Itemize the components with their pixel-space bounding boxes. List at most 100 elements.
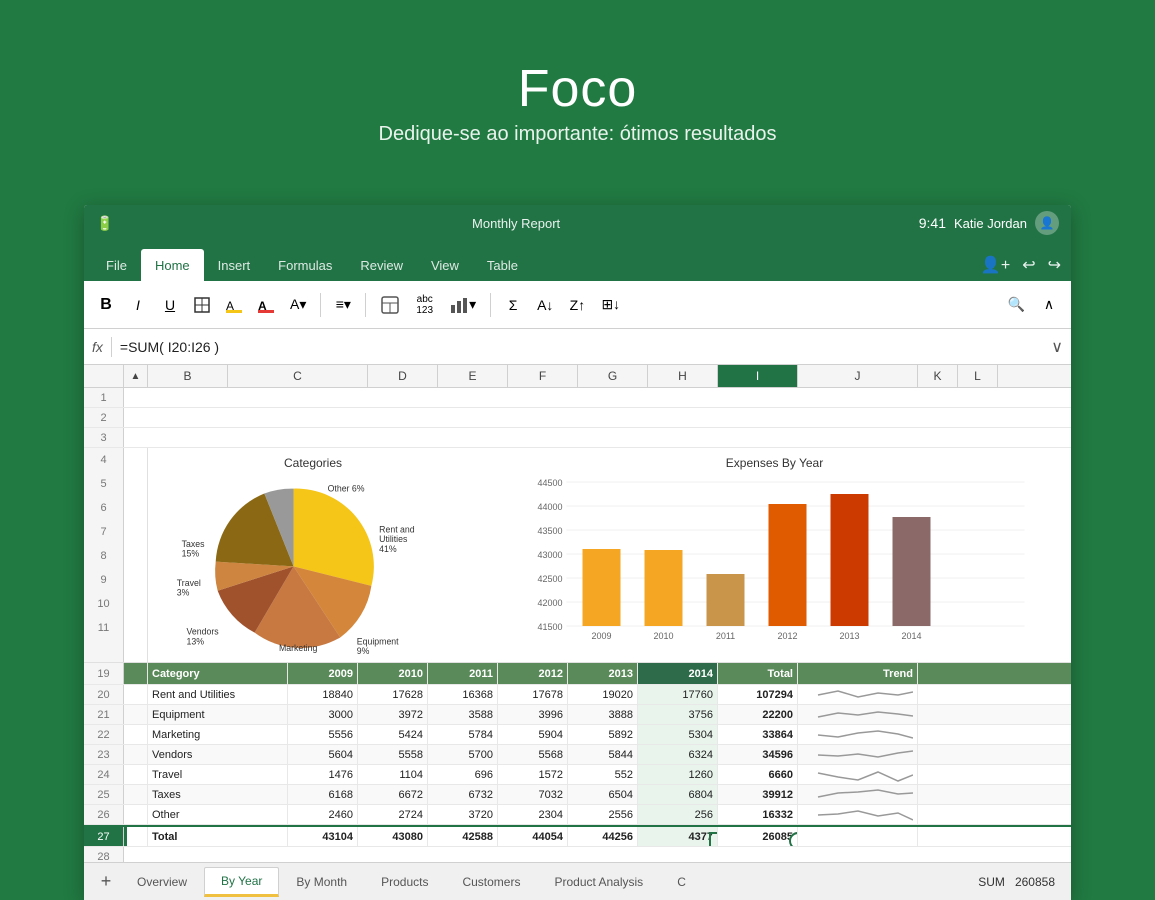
cell-23-2014[interactable]: 6324 <box>638 745 718 764</box>
collapse-ribbon-button[interactable]: ∧ <box>1035 291 1063 319</box>
cell-19-2009[interactable]: 2009 <box>288 663 358 684</box>
font-size-button[interactable]: A▾ <box>284 291 312 319</box>
cell-23-2011[interactable]: 5700 <box>428 745 498 764</box>
col-header-e[interactable]: E <box>438 365 508 387</box>
cell-27-2013[interactable]: 44256 <box>568 827 638 846</box>
cell-27-2014[interactable]: 4377 <box>638 827 718 846</box>
sheet-tab-overview[interactable]: Overview <box>120 867 204 897</box>
cell-20-2009[interactable]: 18840 <box>288 685 358 704</box>
cell-25-2009[interactable]: 6168 <box>288 785 358 804</box>
cell-22-trend[interactable] <box>798 725 918 744</box>
cell-24-total[interactable]: 6660 <box>718 765 798 784</box>
cell-24-2010[interactable]: 1104 <box>358 765 428 784</box>
cell-22-2014[interactable]: 5304 <box>638 725 718 744</box>
cell-24-2014[interactable]: 1260 <box>638 765 718 784</box>
cell-25-total[interactable]: 39912 <box>718 785 798 804</box>
cell-26-cat[interactable]: Other <box>148 805 288 824</box>
sort-az-button[interactable]: A↓ <box>531 291 559 319</box>
cell-23-2012[interactable]: 5568 <box>498 745 568 764</box>
sum-button[interactable]: Σ <box>499 291 527 319</box>
cell-20-u[interactable] <box>124 685 148 704</box>
cell-27-2011[interactable]: 42588 <box>428 827 498 846</box>
tab-home[interactable]: Home <box>141 249 204 281</box>
fill-color-button[interactable]: A <box>220 291 248 319</box>
cell-19-2010[interactable]: 2010 <box>358 663 428 684</box>
cell-19-2011[interactable]: 2011 <box>428 663 498 684</box>
cell-25-u[interactable] <box>124 785 148 804</box>
bold-button[interactable]: B <box>92 291 120 319</box>
col-header-i[interactable]: I <box>718 365 798 387</box>
tab-insert[interactable]: Insert <box>204 249 265 281</box>
cell-20-2012[interactable]: 17678 <box>498 685 568 704</box>
number-format-button[interactable]: abc123 <box>410 291 439 319</box>
cell-21-2010[interactable]: 3972 <box>358 705 428 724</box>
sheet-tab-byyear[interactable]: By Year <box>204 867 279 897</box>
cell-23-cat[interactable]: Vendors <box>148 745 288 764</box>
tab-table[interactable]: Table <box>473 249 532 281</box>
col-header-h[interactable]: H <box>648 365 718 387</box>
cell-21-cat[interactable]: Equipment <box>148 705 288 724</box>
cell-24-2011[interactable]: 696 <box>428 765 498 784</box>
cell-21-2014[interactable]: 3756 <box>638 705 718 724</box>
cell-23-2009[interactable]: 5604 <box>288 745 358 764</box>
cell-19-trend[interactable]: Trend <box>798 663 918 684</box>
cell-27-total[interactable]: 26085 <box>718 827 798 846</box>
filter-button[interactable]: ⊞↓ <box>595 291 626 319</box>
cell-20-2014[interactable]: 17760 <box>638 685 718 704</box>
cell-27-2010[interactable]: 43080 <box>358 827 428 846</box>
col-header-c[interactable]: C <box>228 365 368 387</box>
cell-26-2014[interactable]: 256 <box>638 805 718 824</box>
font-color-button[interactable]: A <box>252 291 280 319</box>
cell-25-2012[interactable]: 7032 <box>498 785 568 804</box>
sheet-tab-productanalysis[interactable]: Product Analysis <box>537 867 660 897</box>
user-avatar[interactable]: 👤 <box>1035 211 1059 235</box>
col-header-g[interactable]: G <box>578 365 648 387</box>
cell-19-2014[interactable]: 2014 <box>638 663 718 684</box>
border-button[interactable] <box>188 291 216 319</box>
cell-19-2012[interactable]: 2012 <box>498 663 568 684</box>
cell-23-2010[interactable]: 5558 <box>358 745 428 764</box>
cell-27-2009[interactable]: 43104 <box>288 827 358 846</box>
cell-21-u[interactable] <box>124 705 148 724</box>
cell-25-2014[interactable]: 6804 <box>638 785 718 804</box>
cell-22-total[interactable]: 33864 <box>718 725 798 744</box>
cell-26-2013[interactable]: 2556 <box>568 805 638 824</box>
cell-19-u[interactable] <box>124 663 148 684</box>
chart-button[interactable]: ▾ <box>443 291 482 319</box>
underline-button[interactable]: U <box>156 291 184 319</box>
cell-24-cat[interactable]: Travel <box>148 765 288 784</box>
cell-24-2012[interactable]: 1572 <box>498 765 568 784</box>
cell-25-cat[interactable]: Taxes <box>148 785 288 804</box>
cell-20-2011[interactable]: 16368 <box>428 685 498 704</box>
cell-20-2010[interactable]: 17628 <box>358 685 428 704</box>
tab-formulas[interactable]: Formulas <box>264 249 346 281</box>
cell-21-2009[interactable]: 3000 <box>288 705 358 724</box>
cell-20-total[interactable]: 107294 <box>718 685 798 704</box>
col-header-l[interactable]: L <box>958 365 998 387</box>
format-button[interactable] <box>374 291 406 319</box>
cell-19-category[interactable]: Category <box>148 663 288 684</box>
cell-26-2010[interactable]: 2724 <box>358 805 428 824</box>
cell-21-total[interactable]: 22200 <box>718 705 798 724</box>
cell-27-trend[interactable] <box>798 827 918 846</box>
cell-22-cat[interactable]: Marketing <box>148 725 288 744</box>
cell-25-trend[interactable] <box>798 785 918 804</box>
cell-19-2013[interactable]: 2013 <box>568 663 638 684</box>
cell-21-trend[interactable] <box>798 705 918 724</box>
cell-23-trend[interactable] <box>798 745 918 764</box>
sheet-tab-c[interactable]: C <box>660 867 703 897</box>
col-header-f[interactable]: F <box>508 365 578 387</box>
cell-25-2011[interactable]: 6732 <box>428 785 498 804</box>
cell-27-cat[interactable]: Total <box>148 827 288 846</box>
sheet-tab-customers[interactable]: Customers <box>445 867 537 897</box>
tab-file[interactable]: File <box>92 249 141 281</box>
cell-22-2009[interactable]: 5556 <box>288 725 358 744</box>
italic-button[interactable]: I <box>124 291 152 319</box>
cell-24-u[interactable] <box>124 765 148 784</box>
redo-icon[interactable]: ↪ <box>1046 253 1063 277</box>
cell-26-trend[interactable] <box>798 805 918 824</box>
align-button[interactable]: ≡▾ <box>329 291 357 319</box>
col-header-b[interactable]: B <box>148 365 228 387</box>
cell-24-trend[interactable] <box>798 765 918 784</box>
sheet-tab-bymonth[interactable]: By Month <box>279 867 364 897</box>
